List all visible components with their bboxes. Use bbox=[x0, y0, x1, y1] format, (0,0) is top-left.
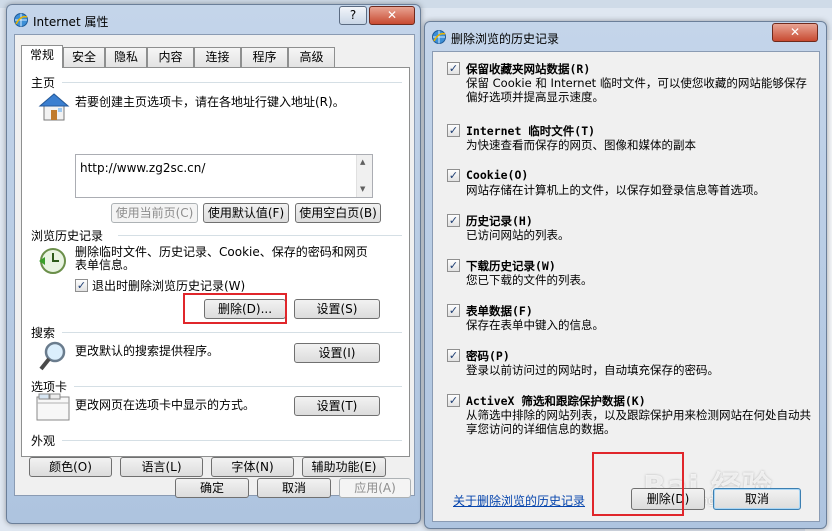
option-description: 登录以前访问过的网站时，自动填充保存的密码。 bbox=[466, 363, 719, 377]
delete-on-exit-label[interactable]: 退出时删除浏览历史记录(W) bbox=[92, 279, 245, 294]
dialog-client: 常规 安全 隐私 内容 连接 程序 高级 主页 若要创建主页选项卡，请在各地址行… bbox=[14, 34, 415, 498]
divider bbox=[74, 386, 402, 387]
search-settings-button[interactable]: 设置(I) bbox=[294, 343, 380, 363]
option-checkbox[interactable]: ✓ bbox=[447, 214, 460, 227]
fonts-button[interactable]: 字体(N) bbox=[211, 457, 294, 477]
dialog-client: ✓ 保留收藏夹网站数据(R) 保留 Cookie 和 Internet 临时文件… bbox=[432, 51, 820, 522]
tab-general[interactable]: 常规 bbox=[21, 45, 63, 68]
use-blank-button[interactable]: 使用空白页(B) bbox=[295, 203, 381, 223]
home-description: 若要创建主页选项卡，请在各地址行键入地址(R)。 bbox=[75, 95, 345, 109]
languages-button[interactable]: 语言(L) bbox=[120, 457, 203, 477]
option-history: ✓ 历史记录(H) 已访问网站的列表。 bbox=[447, 212, 811, 246]
general-tab-pane: 主页 若要创建主页选项卡，请在各地址行键入地址(R)。 http://www.z… bbox=[21, 67, 410, 477]
tabs-description: 更改网页在选项卡中显示的方式。 bbox=[75, 398, 256, 412]
tab-advanced[interactable]: 高级 bbox=[288, 47, 335, 67]
option-checkbox[interactable]: ✓ bbox=[447, 349, 460, 362]
home-page-url-value: http://www.zg2sc.cn/ bbox=[80, 161, 206, 175]
window-title: 删除浏览的历史记录 bbox=[451, 32, 560, 46]
home-icon bbox=[38, 93, 70, 121]
help-button[interactable]: ? bbox=[339, 6, 367, 25]
apply-button[interactable]: 应用(A) bbox=[339, 478, 411, 498]
option-checkbox[interactable]: ✓ bbox=[447, 169, 460, 182]
scroll-up-icon[interactable]: ▲ bbox=[360, 158, 365, 166]
url-scrollbar[interactable]: ▲ ▼ bbox=[356, 155, 372, 197]
option-description: 保留 Cookie 和 Internet 临时文件，可以使您收藏的网站能够保存偏… bbox=[466, 76, 807, 104]
tab-privacy[interactable]: 隐私 bbox=[105, 47, 147, 67]
option-description: 已访问网站的列表。 bbox=[466, 228, 570, 242]
option-checkbox[interactable]: ✓ bbox=[447, 124, 460, 137]
close-button[interactable]: ✕ bbox=[369, 6, 415, 25]
option-download-history: ✓ 下载历史记录(W) 您已下载的文件的列表。 bbox=[447, 257, 811, 291]
use-current-button[interactable]: 使用当前页(C) bbox=[111, 203, 198, 223]
ok-button[interactable]: 确定 bbox=[175, 478, 249, 498]
option-checkbox[interactable]: ✓ bbox=[447, 394, 460, 407]
option-form-data: ✓ 表单数据(F) 保存在表单中键入的信息。 bbox=[447, 302, 811, 336]
history-settings-button[interactable]: 设置(S) bbox=[294, 299, 380, 319]
option-preserve-favorites: ✓ 保留收藏夹网站数据(R) 保留 Cookie 和 Internet 临时文件… bbox=[447, 60, 811, 106]
history-clock-icon bbox=[39, 248, 66, 274]
option-checkbox[interactable]: ✓ bbox=[447, 259, 460, 272]
close-button[interactable]: ✕ bbox=[772, 23, 818, 42]
internet-properties-dialog: Internet 属性 ? ✕ 常规 安全 隐私 内容 连接 程序 高级 主页 … bbox=[6, 4, 421, 524]
ie-globe-icon bbox=[14, 13, 28, 27]
option-temp-files: ✓ Internet 临时文件(T) 为快速查看而保存的网页、图像和媒体的副本 bbox=[447, 122, 811, 156]
history-description-line2: 表单信息。 bbox=[75, 258, 136, 272]
option-title[interactable]: ActiveX 筛选和跟踪保护数据(K) bbox=[466, 393, 646, 409]
divider bbox=[62, 440, 402, 441]
divider bbox=[62, 332, 402, 333]
search-description: 更改默认的搜索提供程序。 bbox=[75, 344, 220, 358]
search-section-label: 搜索 bbox=[31, 326, 56, 340]
option-description: 从筛选中排除的网站列表，以及跟踪保护用来检测网站在何处自动共享您访问的详细信息的… bbox=[466, 408, 811, 436]
search-magnifier-icon bbox=[39, 341, 66, 371]
option-description: 保存在表单中键入的信息。 bbox=[466, 318, 604, 332]
divider bbox=[118, 235, 402, 236]
ie-globe-icon bbox=[432, 30, 446, 44]
delete-on-exit-checkbox[interactable]: ✓ bbox=[75, 279, 88, 292]
use-default-button[interactable]: 使用默认值(F) bbox=[203, 203, 289, 223]
tabs-window-icon bbox=[36, 393, 70, 421]
titlebar: Internet 属性 ? ✕ bbox=[7, 5, 420, 33]
option-description: 您已下载的文件的列表。 bbox=[466, 273, 593, 287]
accessibility-button[interactable]: 辅助功能(E) bbox=[302, 457, 386, 477]
divider bbox=[62, 82, 402, 83]
option-title[interactable]: 保留收藏夹网站数据(R) bbox=[466, 61, 590, 77]
tab-programs[interactable]: 程序 bbox=[241, 47, 288, 67]
red-highlight-box bbox=[592, 452, 684, 516]
tab-connections[interactable]: 连接 bbox=[194, 47, 241, 67]
delete-browsing-history-dialog: 删除浏览的历史记录 ✕ ✓ 保留收藏夹网站数据(R) 保留 Cookie 和 I… bbox=[424, 21, 827, 529]
scroll-down-icon[interactable]: ▼ bbox=[360, 185, 365, 193]
option-checkbox[interactable]: ✓ bbox=[447, 304, 460, 317]
titlebar: 删除浏览的历史记录 ✕ bbox=[425, 22, 826, 50]
appearance-section-label: 外观 bbox=[31, 434, 56, 448]
option-passwords: ✓ 密码(P) 登录以前访问过的网站时，自动填充保存的密码。 bbox=[447, 347, 811, 381]
tab-content[interactable]: 内容 bbox=[147, 47, 194, 67]
option-checkbox[interactable]: ✓ bbox=[447, 62, 460, 75]
option-title[interactable]: 表单数据(F) bbox=[466, 303, 533, 319]
window-title: Internet 属性 bbox=[33, 15, 109, 29]
option-description: 为快速查看而保存的网页、图像和媒体的副本 bbox=[466, 138, 696, 152]
option-title[interactable]: 密码(P) bbox=[466, 348, 510, 364]
option-title[interactable]: 历史记录(H) bbox=[466, 213, 533, 229]
option-description: 网站存储在计算机上的文件，以保存如登录信息等首选项。 bbox=[466, 183, 765, 197]
option-title[interactable]: 下载历史记录(W) bbox=[466, 258, 556, 274]
option-cookies: ✓ Cookie(O) 网站存储在计算机上的文件，以保存如登录信息等首选项。 bbox=[447, 167, 811, 201]
home-page-url-input[interactable]: http://www.zg2sc.cn/ ▲ ▼ bbox=[75, 154, 373, 198]
about-delete-history-link[interactable]: 关于删除浏览的历史记录 bbox=[453, 492, 585, 509]
history-section-label: 浏览历史记录 bbox=[31, 229, 104, 243]
cancel-button[interactable]: 取消 bbox=[713, 488, 801, 510]
option-title[interactable]: Cookie(O) bbox=[466, 168, 528, 182]
cancel-button[interactable]: 取消 bbox=[257, 478, 331, 498]
tab-security[interactable]: 安全 bbox=[63, 47, 105, 67]
option-title[interactable]: Internet 临时文件(T) bbox=[466, 123, 595, 139]
colors-button[interactable]: 颜色(O) bbox=[29, 457, 112, 477]
option-activex-tracking: ✓ ActiveX 筛选和跟踪保护数据(K) 从筛选中排除的网站列表，以及跟踪保… bbox=[447, 392, 811, 438]
tabs-settings-button[interactable]: 设置(T) bbox=[294, 396, 380, 416]
home-section-label: 主页 bbox=[31, 76, 56, 90]
red-highlight-box bbox=[183, 293, 287, 324]
